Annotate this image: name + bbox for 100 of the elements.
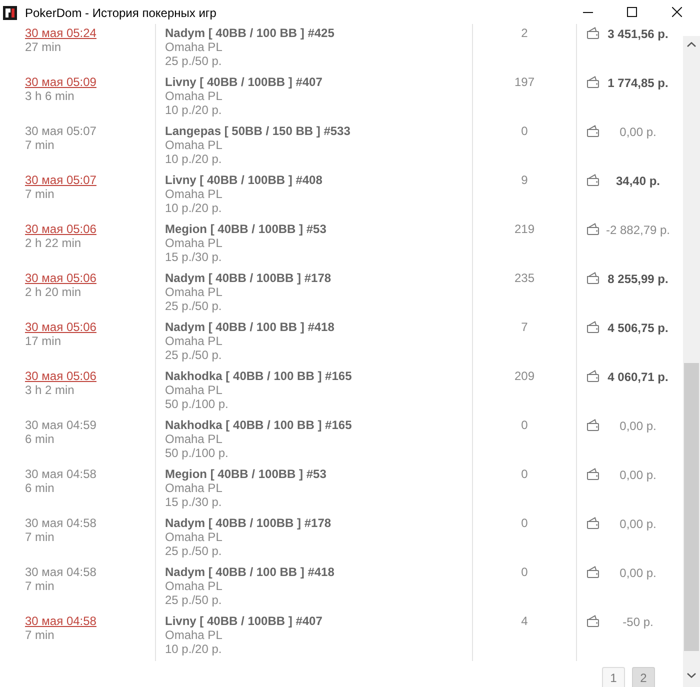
table-name: Nakhodka [ 40BB / 100 BB ] #165	[165, 418, 352, 432]
hands-count: 0	[521, 467, 528, 481]
game-type: Omaha PL	[165, 432, 222, 446]
table-name: Livny [ 40BB / 100BB ] #407	[165, 75, 322, 89]
duration-text: 2 h 22 min	[25, 236, 82, 250]
page-button[interactable]: 2	[632, 667, 655, 687]
table-name: Nadym [ 40BB / 100 BB ] #418	[165, 320, 334, 334]
date-text: 30 мая 04:58	[25, 565, 96, 579]
date-link[interactable]: 30 мая 05:07	[25, 173, 96, 187]
game-type: Omaha PL	[165, 236, 222, 250]
chevron-down-icon	[687, 673, 696, 678]
table-name: Livny [ 40BB / 100BB ] #408	[165, 173, 322, 187]
wallet-icon	[586, 223, 600, 235]
hands-count: 9	[521, 173, 528, 187]
hands-count: 2	[521, 26, 528, 40]
maximize-icon	[627, 7, 637, 17]
stakes-text: 25 р./50 р.	[165, 348, 222, 362]
result-amount: 0,00 р.	[620, 517, 656, 531]
wallet-icon	[586, 272, 600, 284]
duration-text: 7 min	[25, 628, 54, 642]
wallet-icon	[586, 125, 600, 137]
table-name: Nadym [ 40BB / 100 BB ] #425	[165, 26, 334, 40]
date-text: 30 мая 04:59	[25, 418, 96, 432]
hands-count: 0	[521, 516, 528, 530]
table-name: Langepas [ 50BB / 150 BB ] #533	[165, 124, 350, 138]
game-type: Omaha PL	[165, 579, 222, 593]
hands-count: 219	[514, 222, 535, 236]
wallet-icon	[586, 174, 600, 186]
game-type: Omaha PL	[165, 334, 222, 348]
date-link[interactable]: 30 мая 05:06	[25, 320, 96, 334]
game-type: Omaha PL	[165, 138, 222, 152]
result-amount: 0,00 р.	[620, 125, 656, 139]
duration-text: 6 min	[25, 432, 54, 446]
date-link[interactable]: 30 мая 05:24	[25, 26, 96, 40]
result-amount: 1 774,85 р.	[608, 76, 668, 90]
hands-count: 235	[514, 271, 535, 285]
hands-count: 197	[514, 75, 535, 89]
wallet-icon	[586, 566, 600, 578]
result-amount: 4 060,71 р.	[608, 370, 668, 384]
result-amount: 3 451,56 р.	[608, 27, 668, 41]
wallet-icon	[586, 321, 600, 333]
game-type: Omaha PL	[165, 285, 222, 299]
duration-text: 7 min	[25, 138, 54, 152]
wallet-icon	[586, 468, 600, 480]
date-link[interactable]: 30 мая 05:06	[25, 271, 96, 285]
scrollbar-thumb[interactable]	[684, 363, 699, 651]
date-link[interactable]: 30 мая 05:09	[25, 75, 96, 89]
game-type: Omaha PL	[165, 89, 222, 103]
duration-text: 6 min	[25, 481, 54, 495]
table-name: Nakhodka [ 40BB / 100 BB ] #165	[165, 369, 352, 383]
table-name: Megion [ 40BB / 100BB ] #53	[165, 467, 326, 481]
wallet-icon	[586, 76, 600, 88]
result-amount: 0,00 р.	[620, 419, 656, 433]
result-amount: 0,00 р.	[620, 468, 656, 482]
stakes-text: 10 р./20 р.	[165, 103, 222, 117]
app-logo-icon	[3, 6, 17, 20]
chevron-up-icon	[687, 42, 696, 47]
table-name: Nadym [ 40BB / 100BB ] #178	[165, 516, 332, 530]
hands-count: 4	[521, 614, 528, 628]
date-link[interactable]: 30 мая 04:58	[25, 614, 96, 628]
wallet-icon	[586, 419, 600, 431]
duration-text: 7 min	[25, 187, 54, 201]
game-type: Omaha PL	[165, 187, 222, 201]
close-icon	[672, 7, 682, 17]
table-name: Nadym [ 40BB / 100 BB ] #418	[165, 565, 334, 579]
game-type: Omaha PL	[165, 383, 222, 397]
wallet-icon	[586, 615, 600, 627]
stakes-text: 15 р./30 р.	[165, 495, 222, 509]
duration-text: 17 min	[25, 334, 62, 348]
wallet-icon	[586, 27, 600, 39]
duration-text: 3 h 2 min	[25, 383, 74, 397]
date-text: 30 мая 04:58	[25, 467, 96, 481]
result-amount: 4 506,75 р.	[608, 321, 668, 335]
hands-count: 0	[521, 124, 528, 138]
hands-count: 7	[521, 320, 528, 334]
game-type: Omaha PL	[165, 481, 222, 495]
result-amount: -2 882,79 р.	[606, 223, 670, 237]
result-amount: 0,00 р.	[620, 566, 656, 580]
game-type: Omaha PL	[165, 40, 222, 54]
stakes-text: 25 р./50 р.	[165, 299, 222, 313]
game-type: Omaha PL	[165, 530, 222, 544]
stakes-text: 10 р./20 р.	[165, 201, 222, 215]
stakes-text: 50 р./100 р.	[165, 446, 228, 460]
duration-text: 2 h 20 min	[25, 285, 82, 299]
page-button[interactable]: 1	[602, 667, 625, 687]
stakes-text: 10 р./20 р.	[165, 152, 222, 166]
date-link[interactable]: 30 мая 05:06	[25, 222, 96, 236]
hands-count: 209	[514, 369, 535, 383]
date-link[interactable]: 30 мая 05:06	[25, 369, 96, 383]
hands-count: 0	[521, 565, 528, 579]
result-amount: 34,40 р.	[616, 174, 660, 188]
stakes-text: 15 р./30 р.	[165, 250, 222, 264]
stakes-text: 25 р./50 р.	[165, 54, 222, 68]
game-type: Omaha PL	[165, 628, 222, 642]
window-title: PokerDom - История покерных игр	[25, 5, 216, 22]
duration-text: 27 min	[25, 40, 62, 54]
stakes-text: 10 р./20 р.	[165, 642, 222, 656]
duration-text: 7 min	[25, 530, 54, 544]
stakes-text: 25 р./50 р.	[165, 544, 222, 558]
table-name: Megion [ 40BB / 100BB ] #53	[165, 222, 326, 236]
